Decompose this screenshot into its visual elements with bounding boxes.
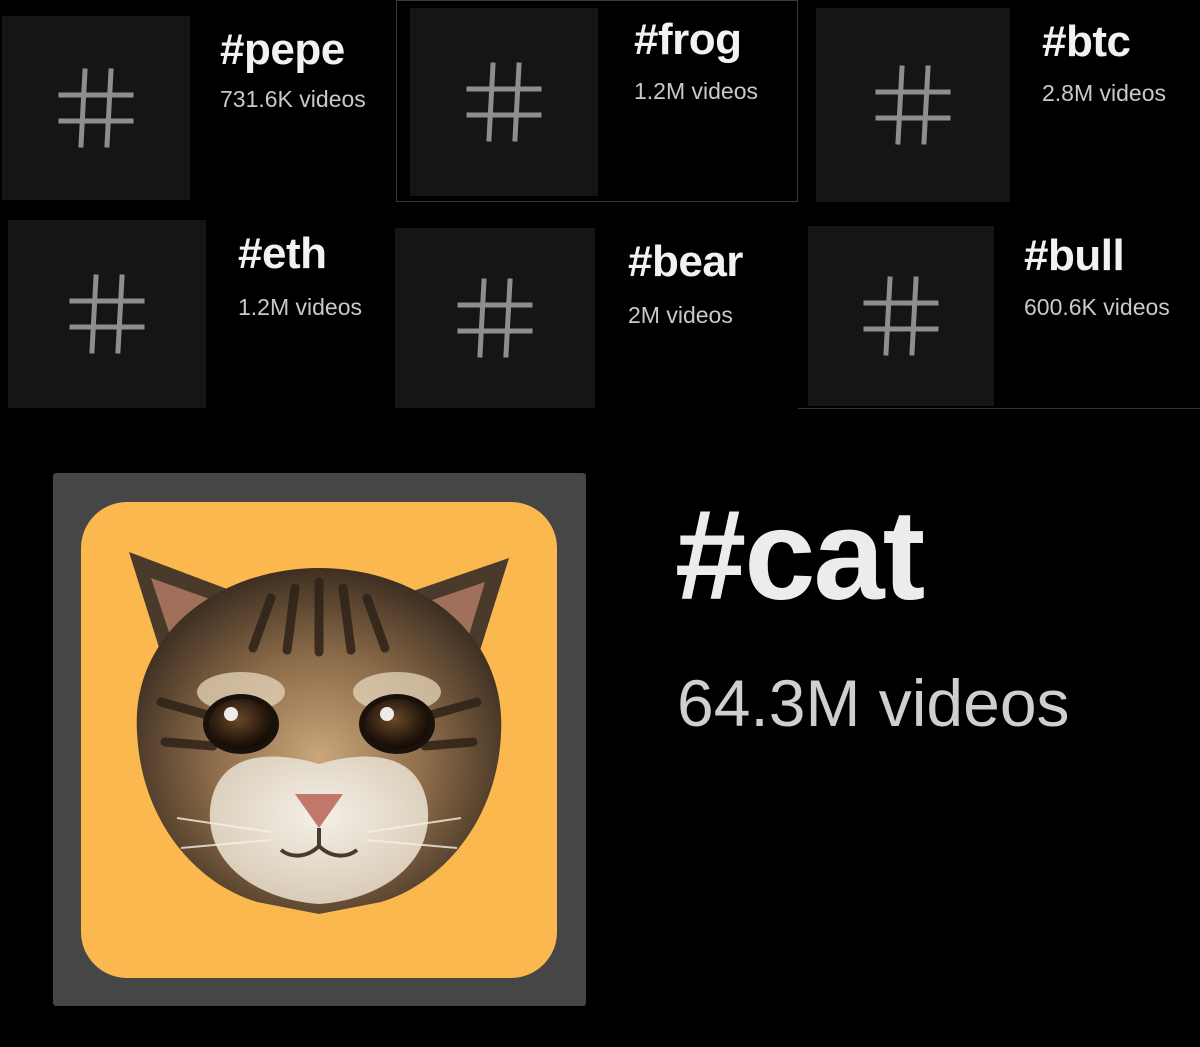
hashtag-item-eth[interactable]: #eth 1.2M videos [0, 212, 392, 408]
hashtag-icon [57, 65, 135, 151]
hashtag-item-btc[interactable]: #btc 2.8M videos [802, 0, 1200, 214]
hashtag-thumbnail [8, 220, 206, 408]
kitten-face-image [81, 502, 557, 978]
hashtag-thumbnail [2, 16, 190, 200]
hashtag-video-count: 1.2M videos [634, 78, 759, 104]
hashtag-icon [862, 273, 940, 359]
hashtag-item-frog[interactable]: #frog 1.2M videos [396, 0, 798, 202]
hashtag-name: #eth [238, 229, 327, 278]
featured-hashtag-video-count: 64.3M videos [677, 666, 1070, 740]
hashtag-thumbnail [816, 8, 1010, 202]
hashtag-thumbnail [410, 8, 598, 196]
hashtag-video-count: 600.6K videos [1024, 294, 1170, 320]
hashtag-name: #btc [1042, 17, 1131, 66]
hashtag-name: #bull [1024, 231, 1125, 280]
hashtag-item-bear[interactable]: #bear 2M videos [395, 226, 795, 408]
hashtag-video-count: 1.2M videos [238, 294, 363, 320]
hashtag-icon [874, 62, 952, 148]
hashtag-name: #bear [628, 237, 743, 286]
hashtag-icon [456, 275, 534, 361]
hashtag-video-count: 731.6K videos [220, 86, 366, 112]
hashtag-name: #pepe [220, 25, 345, 74]
hashtag-item-pepe[interactable]: #pepe 731.6K videos [0, 0, 392, 200]
featured-hashtag-name: #cat [675, 484, 925, 627]
hashtag-icon [465, 59, 543, 145]
hashtag-thumbnail [395, 228, 595, 408]
hashtag-video-count: 2.8M videos [1042, 80, 1167, 106]
hashtag-name: #frog [634, 15, 742, 64]
hashtag-item-bull[interactable]: #bull 600.6K videos [798, 218, 1200, 409]
hashtag-video-count: 2M videos [628, 302, 733, 328]
hashtag-thumbnail [808, 226, 994, 406]
hashtag-icon [68, 271, 146, 357]
